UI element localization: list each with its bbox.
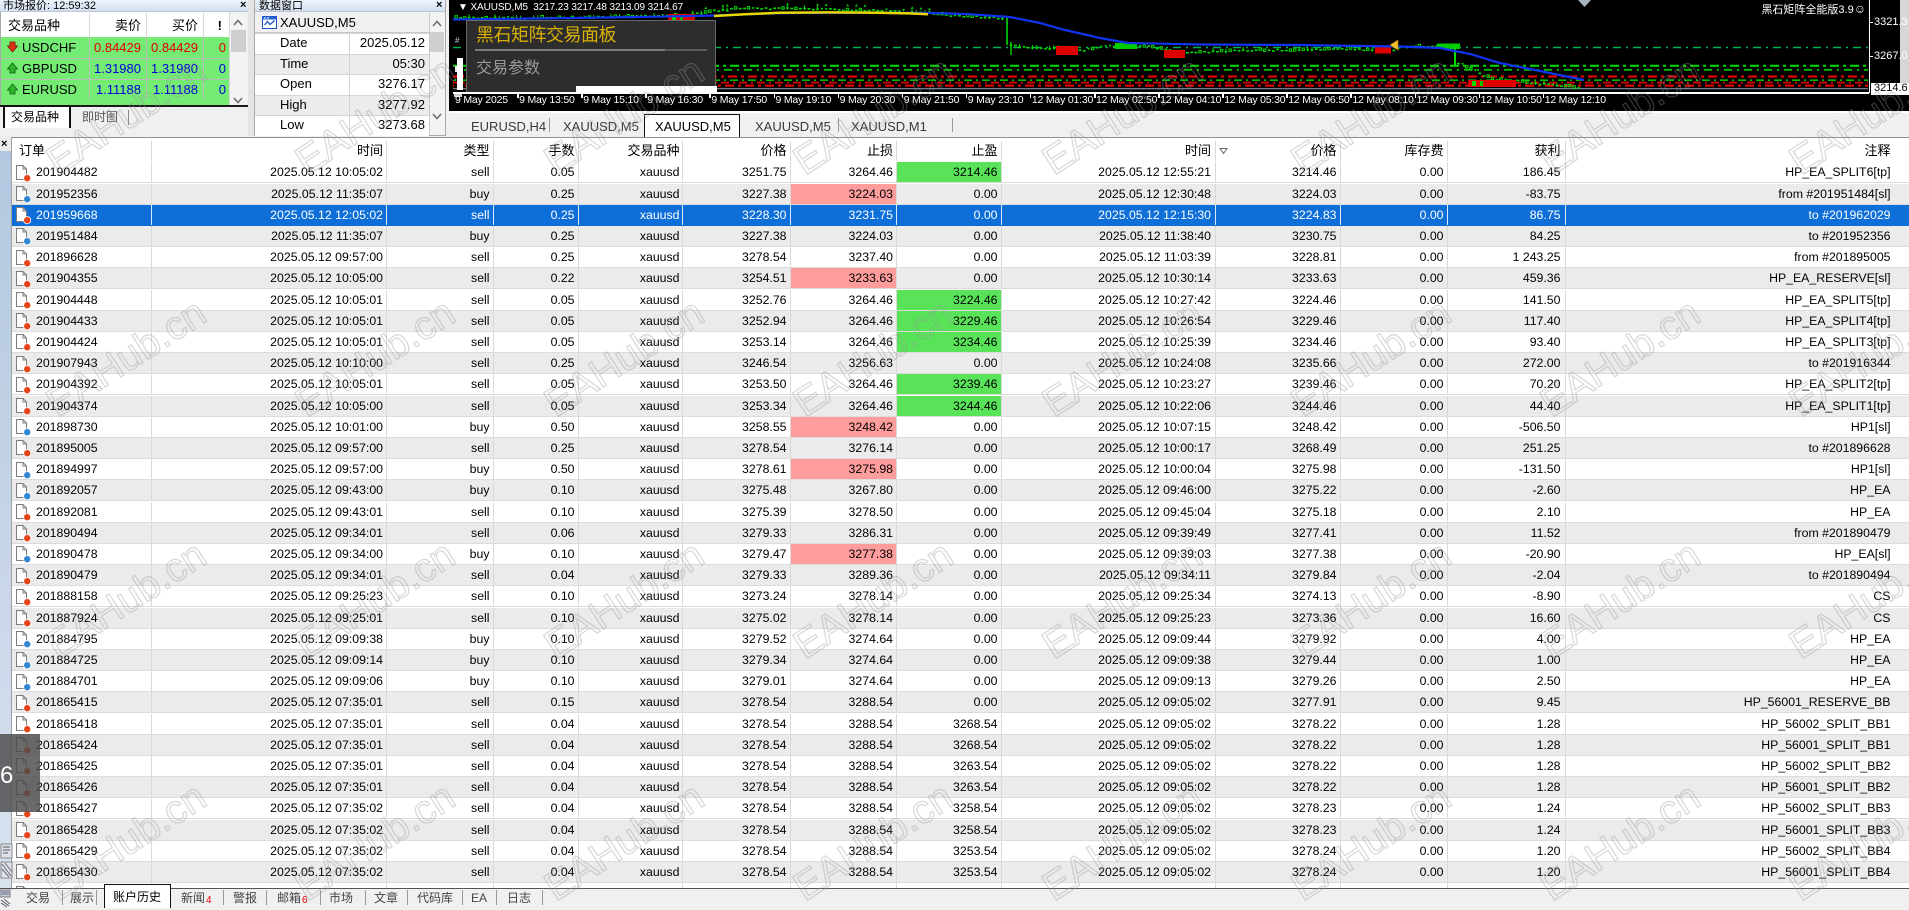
svg-text:#: # bbox=[455, 36, 460, 45]
